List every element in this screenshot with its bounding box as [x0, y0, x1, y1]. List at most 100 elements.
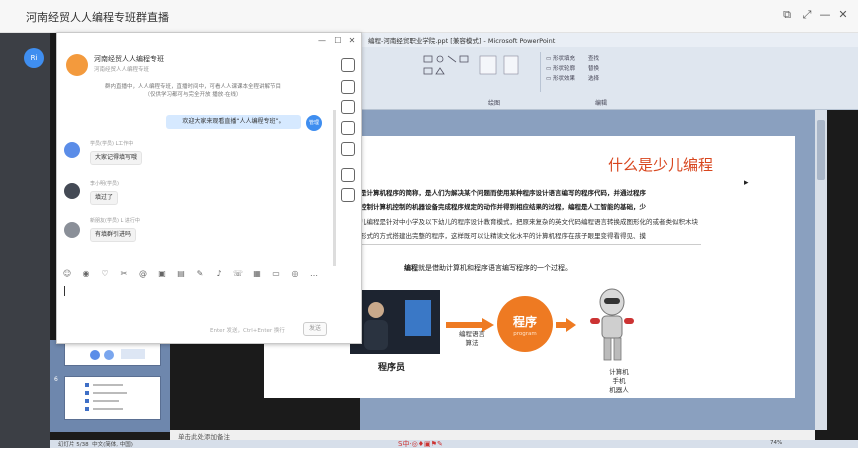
phone-icon[interactable]: ☏: [233, 269, 243, 279]
slide-text-line: 是计算机程序的简称，是人们为解决某个问题而使用某种程序设计语言编写的程序代码，并…: [360, 189, 646, 197]
programmer-label: 程序员: [378, 363, 406, 373]
group-subtitle: 河南经贸人人编程专班: [94, 67, 150, 73]
sender-name: 新朋友(学员): [90, 218, 119, 224]
image-icon[interactable]: ▣: [157, 269, 167, 279]
message-avatar[interactable]: [64, 183, 80, 199]
welcome-message-bubble: 欢迎大家来观看直播“人人编程专班”。: [166, 115, 301, 129]
message-avatar[interactable]: [64, 142, 80, 158]
program-sublabel: program: [513, 331, 537, 337]
replace-button[interactable]: 替换: [588, 64, 599, 72]
slide-divider: [361, 244, 701, 245]
edit-icon[interactable]: ✎: [195, 269, 205, 279]
settings-icon[interactable]: [341, 188, 355, 202]
message-sender: 新朋友(学员) L 进行中: [90, 217, 140, 224]
ppt-status-bar: [50, 440, 858, 448]
slide-title: 什么是少儿编程: [608, 156, 714, 174]
ribbon-group-label-drawing: 绘图: [488, 100, 501, 107]
chat-maximize-icon[interactable]: ☐: [333, 36, 343, 45]
presenter-avatar[interactable]: Ri: [24, 48, 44, 68]
arrow-label: 编程语言 算法: [452, 330, 492, 348]
more-icon[interactable]: …: [309, 269, 319, 279]
calendar-icon[interactable]: ▦: [252, 269, 262, 279]
status-slide-info: 幻灯片 5/38 中文(简体, 中国): [58, 440, 133, 448]
message-input[interactable]: [64, 286, 65, 296]
status-language: 中文(简体, 中国): [92, 442, 133, 448]
message-avatar[interactable]: [64, 222, 80, 238]
message-bubble: 大家记得填写哦: [90, 151, 143, 165]
slide-text-line: 形式的方式搭建出完整的程序，这样既可以让精读文化水平的计算机程序在孩子眼里变得看…: [360, 232, 646, 240]
sender-name: 学员(学员): [90, 141, 114, 147]
notice-line: 群内直播中，人人编程专班，直播时间中，可看人人课课本全程讲解节目: [104, 84, 281, 90]
chat-window: [56, 32, 362, 344]
device-label-line: 机器人: [609, 386, 629, 394]
device-label-line: 计算机: [609, 368, 629, 376]
notice-line: （仅供学习都可与完全开放 播放·在线）: [144, 92, 242, 98]
close-icon[interactable]: ✕: [836, 8, 850, 22]
sender-meta: L 进行中: [120, 218, 140, 224]
folder-send-icon[interactable]: ▤: [176, 269, 186, 279]
arrow-label-line: 编程语言: [459, 330, 485, 338]
caption-text: 就是借助计算机和程序语言编写程序的一个过程。: [418, 264, 572, 272]
app-icon[interactable]: [341, 142, 355, 156]
history-icon[interactable]: [341, 80, 355, 94]
share-icon[interactable]: ⧉: [780, 8, 794, 22]
find-button[interactable]: 查找: [588, 54, 599, 62]
slide-thumbnail[interactable]: [64, 376, 161, 420]
send-button[interactable]: 发送: [303, 322, 327, 336]
status-slide-count: 幻灯片 5/38: [58, 442, 89, 448]
group-notice: 群内直播中，人人编程专班，直播时间中，可看人人课课本全程讲解节目 （仅供学习都可与…: [88, 83, 298, 99]
slide-caption: 编程就是借助计算机和程序语言编写程序的一个过程。: [404, 263, 572, 273]
group-name[interactable]: 河南经贸人人编程专班: [94, 54, 164, 64]
sender-meta: L工作中: [115, 141, 134, 147]
ribbon-small-1[interactable]: ▭ 形状填充: [546, 54, 575, 62]
sticker-icon[interactable]: ◉: [81, 269, 91, 279]
chat-close-icon[interactable]: ✕: [347, 36, 357, 45]
slide-thumbnail[interactable]: [64, 342, 161, 366]
emoji-panel-icon[interactable]: [341, 58, 355, 72]
ribbon-small-2[interactable]: ▭ 形状轮廓: [546, 64, 575, 72]
like-icon[interactable]: ♡: [100, 269, 110, 279]
scissors-icon[interactable]: ✂: [119, 269, 129, 279]
left-sidebar: [0, 33, 50, 448]
person-silhouette-icon: [364, 302, 388, 350]
monitor-image: [405, 300, 431, 336]
message-sender: 李小明(学员): [90, 181, 119, 187]
scrollbar-thumb[interactable]: [817, 120, 825, 180]
chat-minimize-icon[interactable]: —: [317, 36, 327, 45]
folder-icon[interactable]: [341, 100, 355, 114]
send-hint: Enter 发送，Ctrl+Enter 换行: [210, 328, 285, 334]
file-icon[interactable]: [341, 168, 355, 182]
ribbon-small-3[interactable]: ▭ 形状效果: [546, 74, 575, 82]
program-label: 程序: [512, 315, 537, 329]
shape-gallery-icon[interactable]: [420, 52, 540, 92]
chat-scrollbar[interactable]: [333, 110, 336, 266]
slide-text-line: 儿编程是针对中小学及以下幼儿的程序设计教育模式，把原来复杂的英文代码编程语言转换…: [360, 218, 698, 226]
location-icon[interactable]: ◎: [290, 269, 300, 279]
emoji-icon[interactable]: ☺: [62, 269, 72, 279]
arrow-label-line: 算法: [465, 339, 479, 347]
announcement-icon[interactable]: [341, 121, 355, 135]
arrow-right-icon: [556, 318, 576, 332]
message-sender: 学员(学员) L工作中: [90, 140, 133, 147]
self-avatar[interactable]: 管理: [306, 115, 322, 131]
ppt-window-title: 编程-河南经贸职业学院.ppt [兼容模式] - Microsoft Power…: [368, 37, 556, 45]
select-button[interactable]: 选择: [588, 74, 599, 82]
device-label-line: 手机: [612, 377, 626, 385]
message-bubble: 填过了: [90, 191, 119, 205]
mouse-cursor-icon: ▸: [744, 178, 749, 188]
at-icon[interactable]: @: [138, 269, 148, 279]
device-label: 计算机 手机 机器人: [604, 368, 634, 395]
zoom-level[interactable]: 74%: [770, 440, 782, 446]
voice-icon[interactable]: ♪: [214, 269, 224, 279]
app-title: 河南经贸人人编程专班群直播: [26, 11, 169, 24]
slide-text-line: 控制计算机控制的机器设备完成程序规定的动作并得到相应结果的过程，编程是人工智能的…: [360, 203, 646, 211]
ribbon-group-drawing: [420, 52, 541, 92]
message-bubble: 有填群引进吗: [90, 228, 137, 242]
restore-icon[interactable]: ⤢: [800, 8, 814, 22]
screen-icon[interactable]: ▭: [271, 269, 281, 279]
minimize-icon[interactable]: —: [818, 8, 832, 22]
group-logo: [66, 54, 88, 76]
robot-icon: [590, 288, 634, 361]
caption-keyword: 编程: [404, 264, 418, 272]
notes-pane[interactable]: [170, 430, 815, 440]
